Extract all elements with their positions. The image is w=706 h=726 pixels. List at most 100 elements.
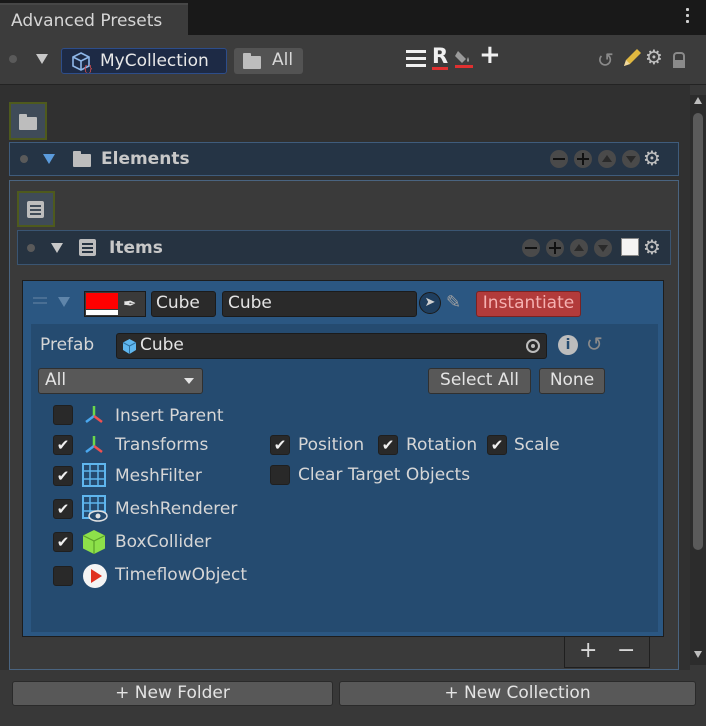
insert-parent-checkbox[interactable] [53, 405, 73, 425]
add-icon[interactable] [546, 239, 564, 257]
info-icon[interactable]: i [558, 335, 578, 355]
chevron-down-icon [184, 378, 194, 384]
pencil-icon[interactable] [621, 47, 643, 69]
rotation-checkbox[interactable]: ✔ [378, 435, 398, 455]
move-up-icon[interactable] [598, 150, 616, 168]
scale-label: Scale [514, 435, 560, 455]
item-name-field[interactable]: Cube [222, 291, 417, 317]
expand-arrow-icon[interactable] [58, 297, 70, 307]
transforms-checkbox[interactable]: ✔ [53, 435, 73, 455]
scrollbar-thumb[interactable] [693, 113, 703, 550]
folder-selector[interactable]: All [234, 48, 303, 74]
move-down-icon[interactable] [622, 150, 640, 168]
instantiate-button[interactable]: Instantiate [476, 291, 581, 317]
tab-advanced-presets[interactable]: Advanced Presets [0, 3, 188, 35]
color-alpha-bar [86, 310, 118, 315]
component-label: MeshFilter [115, 466, 202, 486]
collection-selector[interactable]: {} MyCollection [61, 48, 227, 74]
collapse-arrow-icon[interactable] [51, 243, 63, 253]
position-label: Position [298, 435, 365, 455]
undo-icon[interactable]: ↺ [597, 48, 614, 72]
scroll-up-icon[interactable] [694, 97, 702, 104]
filter-selected-value: All [45, 370, 67, 390]
object-picker-icon[interactable] [526, 339, 540, 353]
box-collider-icon [82, 530, 106, 554]
drag-handle-icon[interactable] [33, 297, 47, 307]
none-button[interactable]: None [539, 368, 605, 394]
collection-cube-icon: {} [72, 52, 92, 73]
prefab-cube-icon [122, 339, 137, 354]
add-icon[interactable] [574, 150, 592, 168]
items-group-button[interactable] [17, 191, 55, 227]
edit-pencil-icon[interactable]: ✎ [446, 292, 461, 313]
toggle-checkbox[interactable] [621, 238, 639, 256]
scroll-down-icon[interactable] [694, 651, 702, 658]
clear-target-checkbox[interactable] [270, 465, 290, 485]
eyedropper-icon[interactable]: ✒ [123, 294, 136, 313]
items-header[interactable]: Items ⚙ [17, 230, 671, 265]
component-label: TimeflowObject [115, 565, 247, 585]
move-down-icon[interactable] [594, 239, 612, 257]
mesh-renderer-icon [82, 495, 108, 522]
clear-target-label: Clear Target Objects [298, 465, 471, 485]
mesh-grid-icon [82, 463, 106, 487]
group-list-icon [79, 239, 96, 256]
prefab-label: Prefab [40, 335, 95, 355]
timeflowobject-checkbox[interactable] [53, 566, 73, 586]
collapse-arrow-icon[interactable] [43, 154, 55, 164]
collection-name: MyCollection [100, 51, 209, 71]
folder-icon [243, 53, 261, 69]
tab-title: Advanced Presets [11, 11, 163, 31]
elements-header[interactable]: Elements ⚙ [9, 142, 679, 176]
item-short-name-field[interactable]: Cube [151, 291, 216, 317]
list-add-button[interactable]: + [579, 638, 597, 663]
elements-label: Elements [101, 149, 190, 169]
status-dot-icon [27, 244, 35, 252]
folder-icon [19, 114, 37, 130]
remove-icon[interactable] [522, 239, 540, 257]
settings-gear-icon[interactable]: ⚙ [645, 47, 663, 67]
settings-gear-icon[interactable]: ⚙ [643, 237, 661, 257]
select-all-button[interactable]: Select All [428, 368, 531, 394]
remove-icon[interactable] [550, 150, 568, 168]
prefab-object-field[interactable]: Cube [116, 333, 547, 359]
reset-icon[interactable]: R [432, 45, 449, 70]
add-preset-icon[interactable]: + [479, 40, 501, 70]
items-label: Items [109, 238, 163, 258]
select-cursor-icon[interactable]: ➤ [419, 292, 441, 314]
folder-icon [73, 151, 91, 167]
prefab-value: Cube [140, 335, 184, 355]
color-field[interactable]: ✒ [84, 291, 146, 317]
boxcollider-checkbox[interactable]: ✔ [53, 532, 73, 552]
lock-icon[interactable] [673, 52, 685, 68]
collapse-arrow-icon[interactable] [36, 54, 48, 64]
revert-icon[interactable]: ↺ [586, 332, 603, 356]
timeflow-play-icon [83, 564, 107, 588]
new-folder-button[interactable]: + New Folder [12, 681, 333, 706]
color-swatch [86, 293, 118, 309]
component-label: MeshRenderer [115, 499, 238, 519]
root-folder-button[interactable] [9, 102, 47, 140]
new-collection-button[interactable]: + New Collection [339, 681, 696, 706]
position-checkbox[interactable]: ✔ [270, 435, 290, 455]
component-label: BoxCollider [115, 532, 212, 552]
svg-text:{}: {} [83, 64, 92, 73]
list-remove-button[interactable]: − [617, 638, 635, 663]
component-filter-dropdown[interactable]: All [38, 368, 203, 394]
meshfilter-checkbox[interactable]: ✔ [53, 466, 73, 486]
component-label: Insert Parent [115, 406, 224, 426]
move-up-icon[interactable] [570, 239, 588, 257]
transform-axes-icon [85, 436, 103, 453]
transform-axes-icon [85, 406, 103, 423]
meshrenderer-checkbox[interactable]: ✔ [53, 499, 73, 519]
scale-checkbox[interactable]: ✔ [487, 435, 507, 455]
more-options-icon[interactable] [682, 8, 692, 28]
component-label: Transforms [115, 435, 209, 455]
settings-gear-icon[interactable]: ⚙ [643, 148, 661, 168]
list-footer: + − [564, 637, 650, 668]
paint-bucket-icon[interactable] [454, 47, 474, 69]
list-menu-icon[interactable] [406, 50, 426, 68]
group-list-icon [27, 201, 44, 218]
rotation-label: Rotation [406, 435, 478, 455]
folder-selector-label: All [272, 50, 294, 70]
